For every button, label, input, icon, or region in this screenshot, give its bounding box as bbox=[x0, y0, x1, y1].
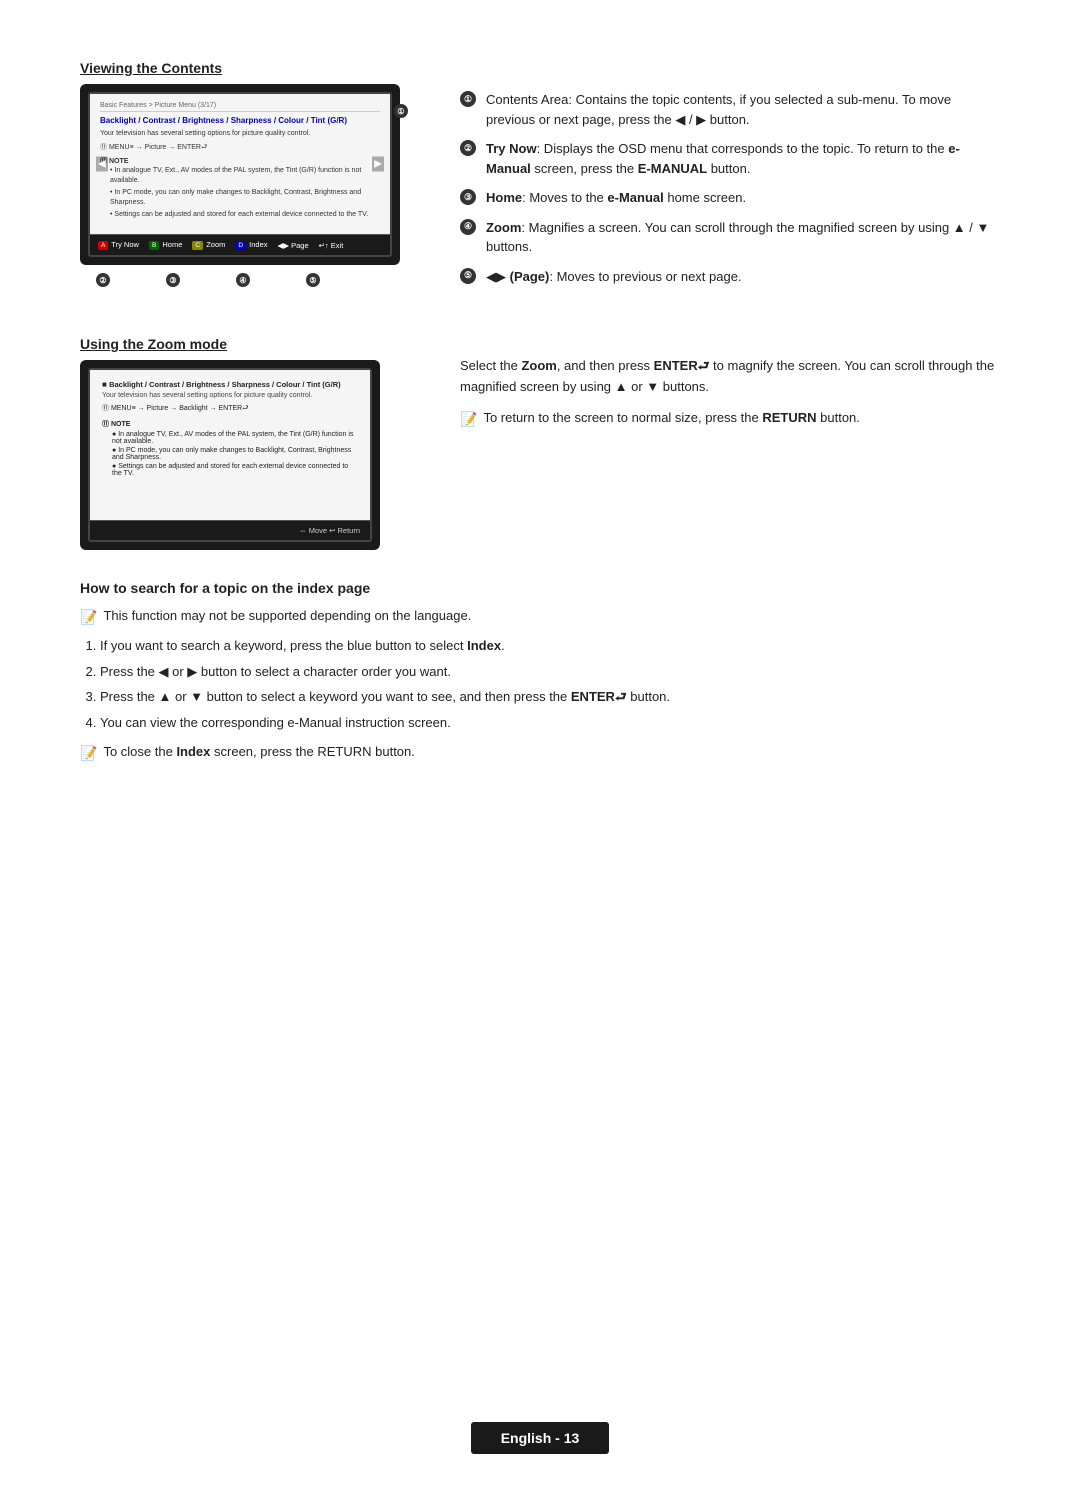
viewing-item-2: ② Try Now: Displays the OSD menu that co… bbox=[460, 139, 1000, 178]
zoom-right-text-1: Select the Zoom, and then press ENTER⮐ t… bbox=[460, 356, 1000, 398]
tv-content-subtitle: Your television has several setting opti… bbox=[100, 129, 380, 139]
tv-left-arrow: ◀ bbox=[96, 157, 108, 172]
tv-btn-d-label: D bbox=[235, 241, 246, 250]
tv-note-items: • In analogue TV, Ext., AV modes of the … bbox=[100, 166, 380, 219]
item-circle-5: ⑤ bbox=[460, 268, 476, 284]
item-1-text: Contents Area: Contains the topic conten… bbox=[486, 90, 1000, 129]
zoom-bottom-bar: ⇔ Move ↩ Return bbox=[90, 520, 370, 540]
tv-mockup-viewing: Basic Features > Picture Menu (3/17) Bac… bbox=[80, 84, 400, 265]
tv-btn-a: A Try Now bbox=[98, 240, 139, 250]
viewing-contents-right: ① Contents Area: Contains the topic cont… bbox=[460, 60, 1000, 296]
callout-2: ② bbox=[96, 273, 110, 287]
item-3-text: Home: Moves to the e-Manual home screen. bbox=[486, 188, 1000, 208]
item-4-text: Zoom: Magnifies a screen. You can scroll… bbox=[486, 218, 1000, 257]
zoom-menu-path: ⑪ MENU≡ → Picture → Backlight → ENTER⮐ bbox=[102, 403, 358, 415]
item-5-text: ◀▶ (Page): Moves to previous or next pag… bbox=[486, 267, 1000, 287]
tv-mockup-zoom: ■ Backlight / Contrast / Brightness / Sh… bbox=[80, 360, 380, 550]
zoom-return-note: 📝 To return to the screen to normal size… bbox=[460, 408, 1000, 430]
callout-4: ④ bbox=[236, 273, 250, 287]
search-steps: If you want to search a keyword, press t… bbox=[80, 636, 1000, 732]
tv-screen-wrapper: Basic Features > Picture Menu (3/17) Bac… bbox=[90, 94, 390, 255]
search-note: 📝 This function may not be supported dep… bbox=[80, 606, 1000, 628]
close-note: 📝 To close the Index screen, press the R… bbox=[80, 742, 1000, 764]
search-note-text: This function may not be supported depen… bbox=[103, 606, 471, 626]
tv-btn-c: C Zoom bbox=[192, 240, 225, 250]
zoom-note-items: ● In analogue TV, Ext., AV modes of the … bbox=[102, 431, 358, 477]
viewing-item-4: ④ Zoom: Magnifies a screen. You can scro… bbox=[460, 218, 1000, 257]
footer: English - 13 bbox=[0, 1422, 1080, 1454]
tv-bottom-bar: A Try Now B Home C Zoom D Index ◀▶ Page … bbox=[90, 234, 390, 255]
zoom-right-text-2: To return to the screen to normal size, … bbox=[483, 408, 859, 428]
zoom-mode-left: Using the Zoom mode ■ Backlight / Contra… bbox=[80, 336, 420, 550]
close-note-text: To close the Index screen, press the RET… bbox=[103, 742, 414, 762]
zoom-note-item-1: ● In analogue TV, Ext., AV modes of the … bbox=[112, 431, 358, 445]
tv-btn-b: B Home bbox=[149, 240, 182, 250]
tv-content-body: Your television has several setting opti… bbox=[100, 129, 380, 219]
search-step-4: You can view the corresponding e-Manual … bbox=[100, 713, 1000, 733]
viewing-item-5: ⑤ ◀▶ (Page): Moves to previous or next p… bbox=[460, 267, 1000, 287]
callout-1: ① bbox=[394, 104, 408, 118]
zoom-note-item-2: ● In PC mode, you can only make changes … bbox=[112, 447, 358, 461]
tv-note-label: ⑪ NOTE bbox=[100, 157, 380, 167]
item-circle-1: ① bbox=[460, 91, 476, 107]
callout-row: ② ③ ④ ⑤ bbox=[80, 269, 420, 289]
item-circle-4: ④ bbox=[460, 219, 476, 235]
callout-5: ⑤ bbox=[306, 273, 320, 287]
item-circle-2: ② bbox=[460, 140, 476, 156]
callout-3: ③ bbox=[166, 273, 180, 287]
zoom-note-item-3: ● Settings can be adjusted and stored fo… bbox=[112, 463, 358, 477]
tv-content-title: Backlight / Contrast / Brightness / Shar… bbox=[100, 116, 380, 125]
tv-right-arrow: ▶ bbox=[372, 157, 384, 172]
tv-page-btn: ◀▶ Page bbox=[278, 241, 309, 250]
viewing-contents-left: Viewing the Contents Basic Features > Pi… bbox=[80, 60, 420, 296]
zoom-mode-section: Using the Zoom mode ■ Backlight / Contra… bbox=[80, 336, 1000, 550]
zoom-note: ⑪ NOTE ● In analogue TV, Ext., AV modes … bbox=[102, 419, 358, 477]
search-section: How to search for a topic on the index p… bbox=[80, 580, 1000, 764]
tv-note-item-1: • In analogue TV, Ext., AV modes of the … bbox=[110, 166, 380, 186]
tv-breadcrumb: Basic Features > Picture Menu (3/17) bbox=[100, 102, 380, 112]
zoom-bullet-title: ■ Backlight / Contrast / Brightness / Sh… bbox=[102, 380, 358, 389]
zoom-note-label: ⑪ NOTE bbox=[102, 419, 358, 429]
viewing-item-1: ① Contents Area: Contains the topic cont… bbox=[460, 90, 1000, 129]
viewing-contents-section: Viewing the Contents Basic Features > Pi… bbox=[80, 60, 1000, 296]
viewing-contents-title: Viewing the Contents bbox=[80, 60, 420, 76]
footer-badge: English - 13 bbox=[471, 1422, 610, 1454]
tv-btn-c-label: C bbox=[192, 241, 203, 250]
tv-note: ⑪ NOTE • In analogue TV, Ext., AV modes … bbox=[100, 157, 380, 220]
search-note-icon: 📝 bbox=[80, 607, 97, 628]
tv-note-item-3: • Settings can be adjusted and stored fo… bbox=[110, 210, 380, 220]
zoom-mode-title: Using the Zoom mode bbox=[80, 336, 420, 352]
zoom-mode-right: Select the Zoom, and then press ENTER⮐ t… bbox=[460, 336, 1000, 550]
search-step-3: Press the ▲ or ▼ button to select a keyw… bbox=[100, 687, 1000, 707]
tv-screen-viewing: Basic Features > Picture Menu (3/17) Bac… bbox=[88, 92, 392, 257]
tv-menu-path: ⑪ MENU≡ → Picture → ENTER⮐ bbox=[100, 143, 380, 153]
search-step-1: If you want to search a keyword, press t… bbox=[100, 636, 1000, 656]
zoom-screen-content: ■ Backlight / Contrast / Brightness / Sh… bbox=[90, 370, 370, 520]
tv-content-viewing: Basic Features > Picture Menu (3/17) Bac… bbox=[90, 94, 390, 234]
search-step-2: Press the ◀ or ▶ button to select a char… bbox=[100, 662, 1000, 682]
page-content: Viewing the Contents Basic Features > Pi… bbox=[80, 60, 1000, 764]
tv-exit-btn: ↵↑ Exit bbox=[319, 241, 344, 250]
callout-circle-1: ① bbox=[394, 104, 408, 118]
item-circle-3: ③ bbox=[460, 189, 476, 205]
tv-menu-path-text: MENU≡ → Picture → ENTER⮐ bbox=[109, 144, 207, 151]
item-2-text: Try Now: Displays the OSD menu that corr… bbox=[486, 139, 1000, 178]
tv-btn-d: D Index bbox=[235, 240, 267, 250]
viewing-item-3: ③ Home: Moves to the e-Manual home scree… bbox=[460, 188, 1000, 208]
close-note-icon: 📝 bbox=[80, 743, 97, 764]
tv-note-item-2: • In PC mode, you can only make changes … bbox=[110, 188, 380, 208]
tv-btn-a-label: A bbox=[98, 241, 108, 250]
tv-screen-zoom: ■ Backlight / Contrast / Brightness / Sh… bbox=[88, 368, 372, 542]
search-title: How to search for a topic on the index p… bbox=[80, 580, 1000, 596]
return-note-icon: 📝 bbox=[460, 409, 477, 430]
tv-btn-b-label: B bbox=[149, 241, 159, 250]
